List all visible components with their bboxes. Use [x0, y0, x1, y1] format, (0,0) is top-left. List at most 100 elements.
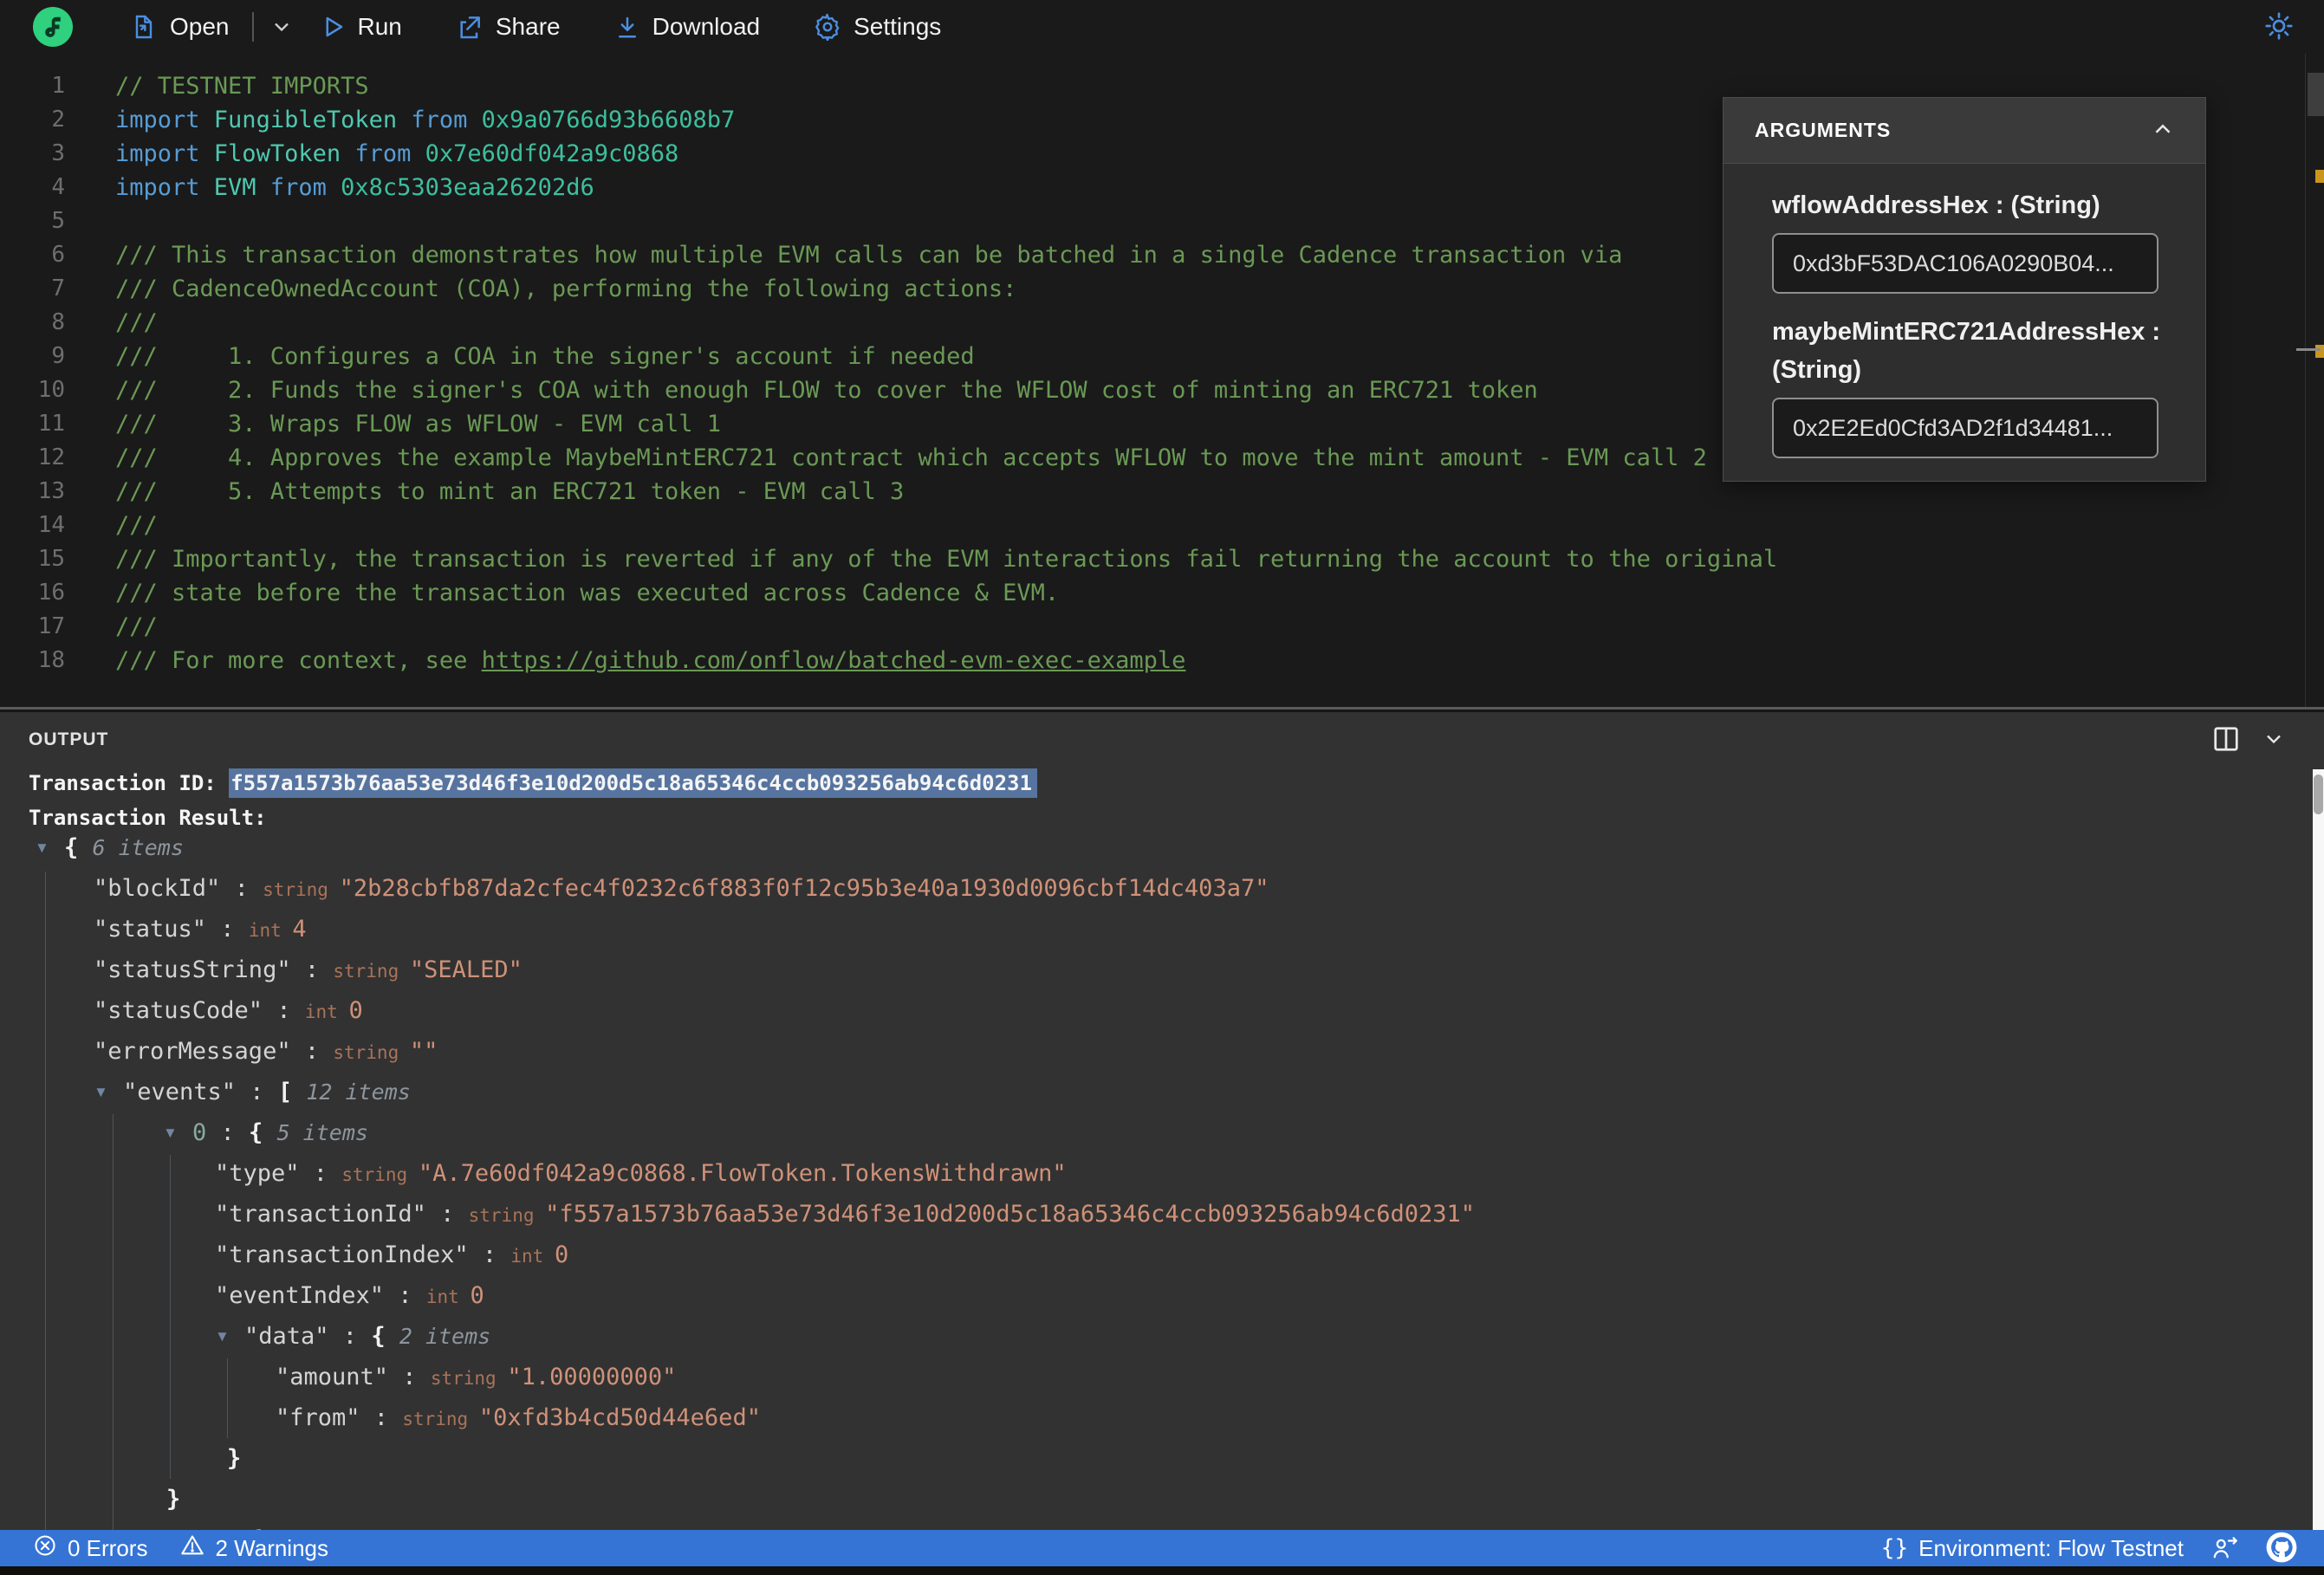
expander-arrow-icon[interactable]: ▼	[163, 1112, 178, 1153]
theme-toggle-button[interactable]	[2263, 10, 2295, 44]
settings-button[interactable]: Settings	[814, 13, 941, 41]
line-number: 8	[51, 309, 65, 335]
json-items-count: 12 items	[306, 1079, 411, 1105]
json-colon: :	[236, 1079, 278, 1105]
argument-label-wflow: wflowAddressHex : (String)	[1772, 191, 2100, 219]
open-button[interactable]: Open	[130, 13, 230, 41]
line-number: 4	[51, 174, 65, 200]
json-colon: :	[388, 1364, 431, 1390]
code-text: /// For more context, see https://github…	[115, 644, 1185, 677]
chevron-up-icon	[2150, 116, 2176, 145]
json-value: 0	[554, 1241, 569, 1268]
line-number: 14	[37, 512, 65, 538]
json-row: "type" : string "A.7e60df042a9c0868.Flow…	[215, 1153, 1067, 1194]
json-key: "eventIndex"	[215, 1282, 385, 1309]
argument-input-wflow[interactable]	[1772, 233, 2158, 294]
toolbar: Open Run Share Download Settings	[0, 0, 2324, 54]
code-token: 0x9a0766d93b6608b7	[481, 107, 736, 133]
json-key: "data"	[244, 1323, 329, 1350]
sun-icon	[2263, 11, 2295, 44]
json-row: }	[227, 1438, 241, 1479]
warning-triangle-icon	[180, 1533, 204, 1564]
code-token: /// 1. Configures a COA in the signer's …	[115, 343, 975, 370]
json-row: 1 : { 5 items	[192, 1520, 368, 1530]
arguments-panel-header[interactable]: ARGUMENTS	[1724, 98, 2205, 164]
code-token: /// For more context, see	[115, 647, 482, 674]
json-key: "blockId"	[94, 875, 221, 902]
share-button[interactable]: Share	[456, 13, 561, 41]
expander-arrow-icon[interactable]: ▼	[215, 1316, 230, 1357]
json-colon: :	[384, 1282, 426, 1309]
json-colon: :	[206, 916, 249, 943]
json-colon: :	[468, 1241, 511, 1268]
code-line: 18 /// For more context, see https://gith…	[0, 644, 2301, 677]
warnings-status[interactable]: 2 Warnings	[180, 1533, 328, 1564]
json-row: "transactionId" : string "f557a1573b76aa…	[215, 1194, 1475, 1235]
expander-arrow-icon[interactable]: ▼	[163, 1520, 178, 1530]
indent-guide	[227, 1358, 228, 1438]
code-text: /// 1. Configures a COA in the signer's …	[115, 340, 975, 373]
code-token: from	[269, 174, 341, 201]
argument-label-maybemint: maybeMintERC721AddressHex : (String)	[1772, 318, 2161, 384]
line-number: 16	[37, 580, 65, 606]
argument-input-maybemint[interactable]	[1772, 398, 2158, 458]
json-row: 0 : { 5 items	[192, 1112, 368, 1153]
feedback-button[interactable]	[2210, 1534, 2239, 1563]
indent-guide	[113, 1114, 114, 1530]
json-key: "statusString"	[94, 956, 291, 983]
json-row: { 6 items	[64, 827, 184, 868]
json-colon: :	[290, 956, 334, 983]
json-value: ""	[409, 1038, 438, 1065]
warnings-label: 2 Warnings	[215, 1534, 329, 1561]
line-number: 3	[51, 140, 65, 166]
editor-scrollbar-thumb[interactable]	[2308, 73, 2324, 116]
github-icon	[2265, 1532, 2298, 1566]
run-label: Run	[357, 13, 402, 40]
editor-overview-ruler[interactable]	[2305, 54, 2324, 707]
code-link[interactable]: https://github.com/onflow/batched-evm-ex…	[482, 647, 1186, 674]
json-type-tag: int	[425, 1287, 471, 1307]
output-scrollbar-track[interactable]	[2313, 769, 2324, 1530]
json-key: "events"	[123, 1079, 237, 1105]
json-colon: :	[263, 997, 305, 1024]
line-number: 18	[37, 647, 65, 673]
json-type-tag: string	[430, 1368, 508, 1389]
json-row: "eventIndex" : int 0	[215, 1275, 484, 1316]
output-scrollbar-thumb[interactable]	[2314, 775, 2323, 814]
warning-marker-icon	[2315, 170, 2324, 183]
open-menu-caret[interactable]	[269, 15, 294, 39]
expander-arrow-icon[interactable]: ▼	[35, 827, 49, 868]
code-token: import	[115, 107, 214, 133]
indent-guide	[170, 1155, 171, 1479]
code-text: /// Importantly, the transaction is reve…	[115, 542, 1777, 576]
json-key: "type"	[215, 1160, 300, 1187]
json-array-index: 0	[192, 1119, 207, 1146]
arguments-collapse-button[interactable]	[2150, 116, 2176, 145]
github-button[interactable]	[2265, 1531, 2298, 1566]
warning-marker-icon	[2315, 345, 2324, 358]
download-button[interactable]: Download	[614, 13, 760, 41]
output-panel: OUTPUT Transaction ID: f557a1573b76aa53e…	[0, 712, 2324, 1530]
run-button[interactable]: Run	[320, 13, 402, 41]
code-token: /// 2. Funds the signer's COA with enoug…	[115, 377, 1538, 404]
open-file-icon	[130, 13, 158, 41]
json-row: }	[166, 1479, 180, 1520]
json-tree: ▼{ 6 items "blockId" : string "2b28cbfb87…	[0, 712, 2324, 1530]
code-token: /// 3. Wraps FLOW as WFLOW - EVM call 1	[115, 411, 721, 438]
flow-logo-icon[interactable]	[33, 7, 73, 47]
environment-status[interactable]: {} Environment: Flow Testnet	[1881, 1535, 2184, 1562]
error-circle-icon	[33, 1533, 57, 1564]
json-brace: }	[227, 1445, 242, 1472]
code-token: /// 5. Attempts to mint an ERC721 token …	[115, 478, 905, 505]
json-type-tag: string	[333, 1042, 410, 1063]
json-value: "A.7e60df042a9c0868.FlowToken.TokensWith…	[418, 1160, 1067, 1187]
json-items-count: 2 items	[399, 1324, 491, 1349]
code-text: /// state before the transaction was exe…	[115, 576, 1059, 610]
json-row: "events" : [ 12 items	[123, 1072, 411, 1112]
errors-status[interactable]: 0 Errors	[33, 1533, 147, 1564]
json-value: "0xfd3b4cd50d44e6ed"	[478, 1404, 761, 1431]
json-value: "SEALED"	[409, 956, 523, 983]
json-row: "statusString" : string "SEALED"	[94, 950, 523, 990]
status-bar: 0 Errors 2 Warnings {} Environment: Flow…	[0, 1530, 2324, 1566]
expander-arrow-icon[interactable]: ▼	[94, 1072, 108, 1112]
